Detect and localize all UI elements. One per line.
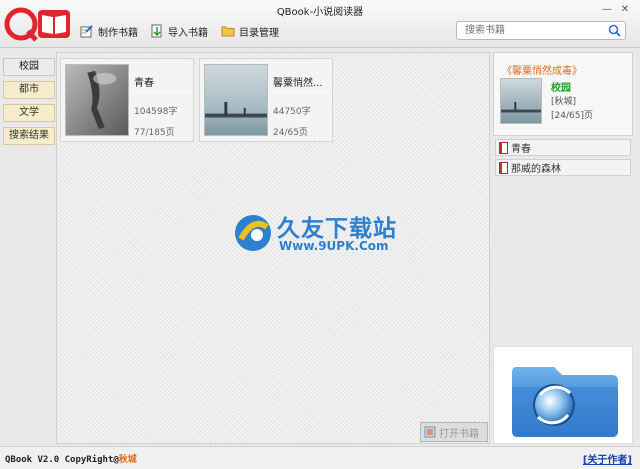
current-book-pages: [24/65]页 — [551, 111, 593, 121]
search-icon[interactable] — [608, 24, 621, 37]
catalog-manage-button[interactable]: 目录管理 — [221, 22, 279, 40]
catalog-manage-label: 目录管理 — [239, 27, 279, 39]
watermark-logo-icon — [235, 215, 271, 251]
open-book-label: 打开书籍 — [439, 428, 479, 440]
book-cover-image — [204, 64, 268, 136]
make-book-label: 制作书籍 — [98, 27, 138, 39]
minimize-button[interactable]: — — [601, 4, 613, 15]
watermark-url: Www.9UPK.Com — [279, 239, 389, 253]
book-icon — [499, 161, 508, 174]
title-bar: QBook-小说阅读器 — ✕ 制作书籍 导入书籍 目录管理 — [0, 0, 640, 48]
search-box — [456, 21, 626, 40]
about-author-link[interactable]: [关于作者] — [583, 451, 632, 466]
watermark-name: 久友下载站 — [277, 216, 397, 242]
current-book-cover — [500, 78, 542, 124]
title-divider — [272, 92, 328, 93]
blue-folder-icon — [512, 367, 618, 437]
book-card[interactable]: 青春 104598字 77/185页 — [60, 58, 194, 142]
recent-book-label: 那威的森林 — [511, 164, 561, 175]
current-book-panel: 《馨粟悄然成毒》 校园 [秋城] [24/65]页 — [493, 52, 633, 136]
window-title: QBook-小说阅读器 — [276, 7, 364, 18]
recent-book-item[interactable]: 那威的森林 — [495, 159, 631, 176]
book-page-progress: 24/65页 — [273, 128, 308, 138]
category-tab-dushi[interactable]: 都市 — [3, 81, 55, 99]
book-icon — [499, 141, 508, 154]
copyright-label: QBook V2.0 CopyRight@ — [5, 455, 119, 465]
book-title: 馨粟悄然... — [273, 78, 323, 89]
category-sidebar: 校园 都市 文学 搜索结果 — [0, 52, 56, 444]
book-cover-image — [65, 64, 129, 136]
title-divider — [133, 92, 189, 93]
bookshelf-area: 青春 104598字 77/185页 馨粟悄然... 44750字 24/65页 — [56, 52, 490, 444]
import-book-button[interactable]: 导入书籍 — [150, 22, 208, 40]
book-word-count: 104598字 — [134, 107, 178, 117]
folder-icon — [221, 26, 235, 37]
close-button[interactable]: ✕ — [619, 4, 631, 15]
current-book-category: 校园 — [551, 83, 571, 94]
book-word-count: 44750字 — [273, 107, 311, 117]
import-book-icon — [151, 24, 162, 38]
current-book-title: 《馨粟悄然成毒》 — [502, 66, 582, 77]
import-book-label: 导入书籍 — [168, 27, 208, 39]
book-page-progress: 77/185页 — [134, 128, 175, 138]
book-card[interactable]: 馨粟悄然... 44750字 24/65页 — [199, 58, 333, 142]
watermark: 久友下载站 Www.9UPK.Com — [231, 209, 411, 259]
recent-book-item[interactable]: 青春 — [495, 139, 631, 156]
category-tab-search-results[interactable]: 搜索结果 — [3, 127, 55, 145]
copyright-author: 秋城 — [118, 455, 137, 465]
current-book-author: [秋城] — [551, 97, 577, 107]
status-bar: QBook V2.0 CopyRight@秋城 [关于作者] — [0, 446, 640, 469]
copyright-text: QBook V2.0 CopyRight@秋城 — [5, 452, 137, 465]
recent-book-label: 青春 — [511, 144, 531, 155]
make-book-button[interactable]: 制作书籍 — [80, 22, 138, 40]
open-book-button[interactable]: 打开书籍 — [420, 422, 488, 442]
open-book-icon — [424, 426, 436, 438]
folder-graphic — [493, 346, 633, 444]
book-title: 青春 — [134, 78, 154, 89]
category-tab-xiaoyuan[interactable]: 校园 — [3, 58, 55, 76]
category-tab-wenxue[interactable]: 文学 — [3, 104, 55, 122]
search-input[interactable] — [457, 22, 605, 39]
make-book-icon — [80, 25, 93, 38]
